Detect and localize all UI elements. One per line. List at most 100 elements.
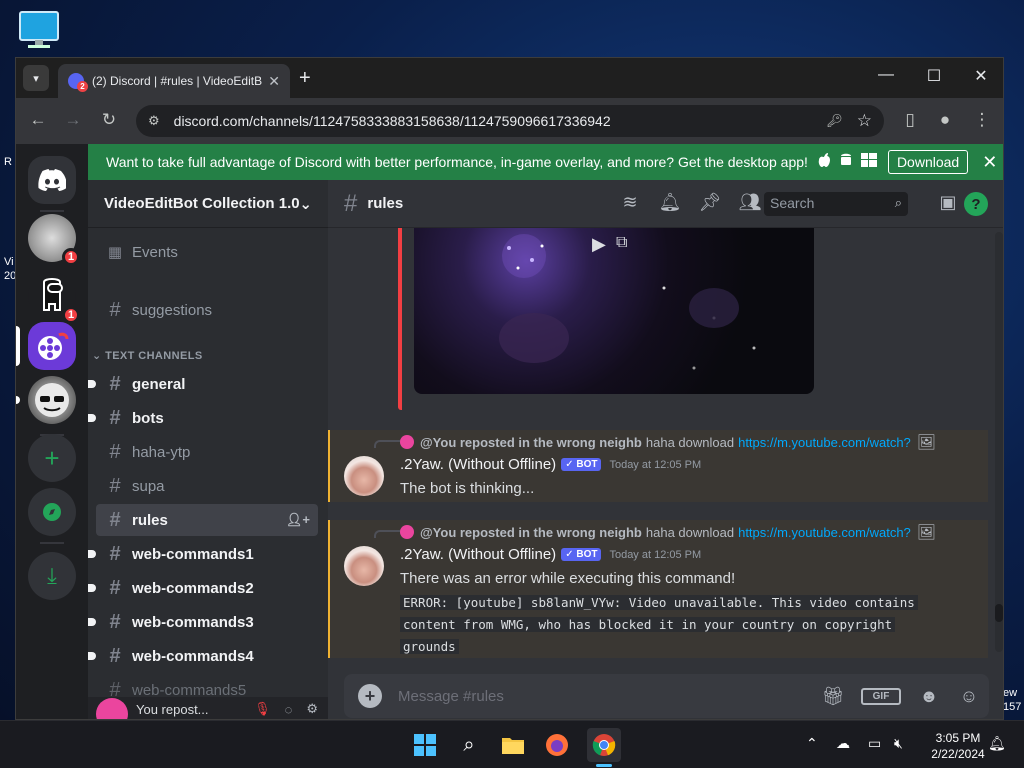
- channel-haha-ytp[interactable]: # haha-ytp: [96, 436, 318, 468]
- author-name[interactable]: .2Yaw. (Without Offline): [400, 456, 556, 473]
- menu-kebab-icon[interactable]: ⋮: [970, 110, 994, 130]
- embed-accent-bar: [398, 228, 402, 410]
- notification-bell-icon[interactable]: 🔔︎: [658, 192, 682, 213]
- password-key-icon[interactable]: 🔑︎: [826, 113, 843, 129]
- headphones-icon[interactable]: ◌: [285, 702, 293, 717]
- mute-mic-icon[interactable]: 🎙︎: [254, 701, 271, 717]
- guild-name: VideoEditBot Collection 1.0: [104, 195, 300, 212]
- banner-close-icon[interactable]: ✕: [982, 152, 997, 173]
- file-explorer-icon[interactable]: [499, 731, 527, 759]
- message-timestamp: Today at 12:05 PM: [609, 548, 702, 561]
- code-line: grounds: [400, 639, 459, 654]
- attach-plus-button[interactable]: +: [358, 684, 382, 708]
- bookmark-star-icon[interactable]: ☆: [857, 111, 872, 131]
- notification-bell-taskbar-icon[interactable]: 🔔︎: [988, 735, 1006, 752]
- channel-name: suggestions: [132, 301, 213, 319]
- author-avatar[interactable]: [344, 546, 384, 586]
- hash-icon: #: [109, 576, 121, 599]
- hash-icon: #: [109, 610, 121, 633]
- channel-name: web-commands1: [132, 545, 254, 563]
- server-icon-2[interactable]: 1: [28, 272, 80, 324]
- server-icon-videoeditbot[interactable]: [28, 322, 76, 370]
- bot-tag: ✓ BOT: [561, 548, 602, 561]
- channel-rules[interactable]: # rules 👤︎+: [96, 504, 318, 536]
- invite-user-icon[interactable]: 👤︎+: [286, 512, 310, 528]
- address-bar[interactable]: ⚙ discord.com/channels/11247583338831586…: [136, 105, 884, 137]
- gift-icon[interactable]: 🎁︎: [813, 686, 853, 707]
- message-list: ▶ ⧉ @You reposted in the wrong neighb ha…: [328, 228, 1003, 658]
- channel-web-commands2[interactable]: # web-commands2: [88, 572, 318, 604]
- back-button[interactable]: ←: [26, 110, 50, 130]
- discord-home-button[interactable]: [28, 156, 76, 204]
- pinned-messages-icon[interactable]: 📌︎: [698, 192, 722, 213]
- guild-header[interactable]: VideoEditBot Collection 1.0 ⌄: [88, 180, 328, 228]
- this-pc-desktop-icon[interactable]: [18, 10, 60, 50]
- channel-web-commands3[interactable]: # web-commands3: [88, 606, 318, 638]
- start-button[interactable]: [411, 731, 439, 759]
- taskbar-clock[interactable]: 3:05 PM 2/22/2024: [918, 730, 998, 762]
- reply-preview[interactable]: @You reposted in the wrong neighb haha d…: [400, 523, 936, 541]
- sticker-icon[interactable]: ☻: [909, 686, 949, 707]
- explore-servers-button[interactable]: [28, 488, 76, 536]
- channel-supa[interactable]: # supa: [96, 470, 318, 502]
- new-tab-button[interactable]: +: [299, 67, 311, 90]
- channel-general[interactable]: # general: [88, 368, 318, 400]
- open-external-icon[interactable]: ⧉: [616, 234, 627, 252]
- reply-link[interactable]: https://m.youtube.com/watch?: [738, 435, 911, 450]
- add-server-button[interactable]: +: [28, 434, 76, 482]
- search-taskbar-icon[interactable]: ⌕: [455, 731, 483, 759]
- category-text-channels[interactable]: ⌄ TEXT CHANNELS: [92, 349, 203, 362]
- emoji-icon[interactable]: ☺: [949, 686, 989, 707]
- channel-web-commands4[interactable]: # web-commands4: [88, 640, 318, 672]
- profile-icon[interactable]: ●: [933, 110, 957, 130]
- server-icon-4[interactable]: [28, 376, 76, 424]
- firefox-logo-icon: [546, 734, 568, 756]
- cloud-icon[interactable]: ☁: [836, 735, 850, 752]
- firefox-icon[interactable]: [543, 731, 571, 759]
- chat-scrollbar[interactable]: [995, 232, 1003, 652]
- play-icon[interactable]: ▶: [592, 234, 606, 255]
- events-item[interactable]: ▦ Events: [96, 236, 318, 268]
- channel-suggestions[interactable]: # suggestions: [96, 294, 318, 326]
- clock-time: 3:05 PM: [935, 731, 981, 745]
- tab-close-icon[interactable]: ✕: [268, 73, 280, 90]
- author-avatar[interactable]: [344, 456, 384, 496]
- member-list-icon[interactable]: 👥︎: [738, 192, 762, 213]
- volume-muted-icon[interactable]: 🔇︎: [894, 735, 903, 752]
- download-app-button[interactable]: Download: [887, 150, 969, 174]
- video-embed[interactable]: ▶ ⧉: [414, 228, 814, 394]
- settings-gear-icon[interactable]: ⚙: [306, 701, 318, 717]
- minimize-button[interactable]: —: [871, 66, 901, 84]
- reload-button[interactable]: ↻: [97, 110, 121, 130]
- site-info-icon[interactable]: ⚙: [148, 113, 160, 129]
- chat-scrollbar-thumb[interactable]: [995, 604, 1003, 622]
- threads-icon[interactable]: ≋: [618, 192, 642, 213]
- show-hidden-icons-chevron-icon[interactable]: ⌃: [806, 735, 818, 752]
- download-apps-button[interactable]: ⤓: [28, 552, 76, 600]
- close-window-button[interactable]: ✕: [966, 66, 996, 86]
- chrome-icon[interactable]: [587, 728, 621, 762]
- server-icon-1[interactable]: 1: [28, 214, 80, 266]
- browser-tab-discord[interactable]: 2 (2) Discord | #rules | VideoEditB ✕: [58, 64, 290, 98]
- discord-app: 1 1 + ⤓ Want to take full advantage of D…: [16, 144, 1003, 719]
- url-text: discord.com/channels/1124758333883158638…: [173, 113, 611, 129]
- image-icon: 🖼︎: [916, 434, 936, 451]
- tab-search-button[interactable]: ▾: [23, 65, 49, 91]
- channel-bots[interactable]: # bots: [88, 402, 318, 434]
- search-input[interactable]: Search ⌕: [764, 192, 908, 216]
- forward-button[interactable]: →: [61, 110, 85, 130]
- reply-preview[interactable]: @You reposted in the wrong neighb haha d…: [400, 433, 936, 451]
- browser-titlebar: ▾ 2 (2) Discord | #rules | VideoEditB ✕ …: [16, 58, 1003, 98]
- message-input[interactable]: Message #rules: [398, 688, 813, 705]
- side-panel-icon[interactable]: ▯: [898, 110, 922, 130]
- maximize-button[interactable]: ☐: [919, 66, 949, 86]
- author-name[interactable]: .2Yaw. (Without Offline): [400, 546, 556, 563]
- channel-web-commands1[interactable]: # web-commands1: [88, 538, 318, 570]
- network-icon[interactable]: ▭: [868, 735, 881, 752]
- reply-text: haha download: [645, 434, 735, 450]
- inbox-icon[interactable]: ▣: [936, 192, 960, 213]
- reply-link[interactable]: https://m.youtube.com/watch?: [738, 525, 911, 540]
- help-icon[interactable]: ?: [964, 192, 988, 216]
- gif-button[interactable]: GIF: [861, 687, 901, 705]
- user-avatar[interactable]: [96, 698, 128, 719]
